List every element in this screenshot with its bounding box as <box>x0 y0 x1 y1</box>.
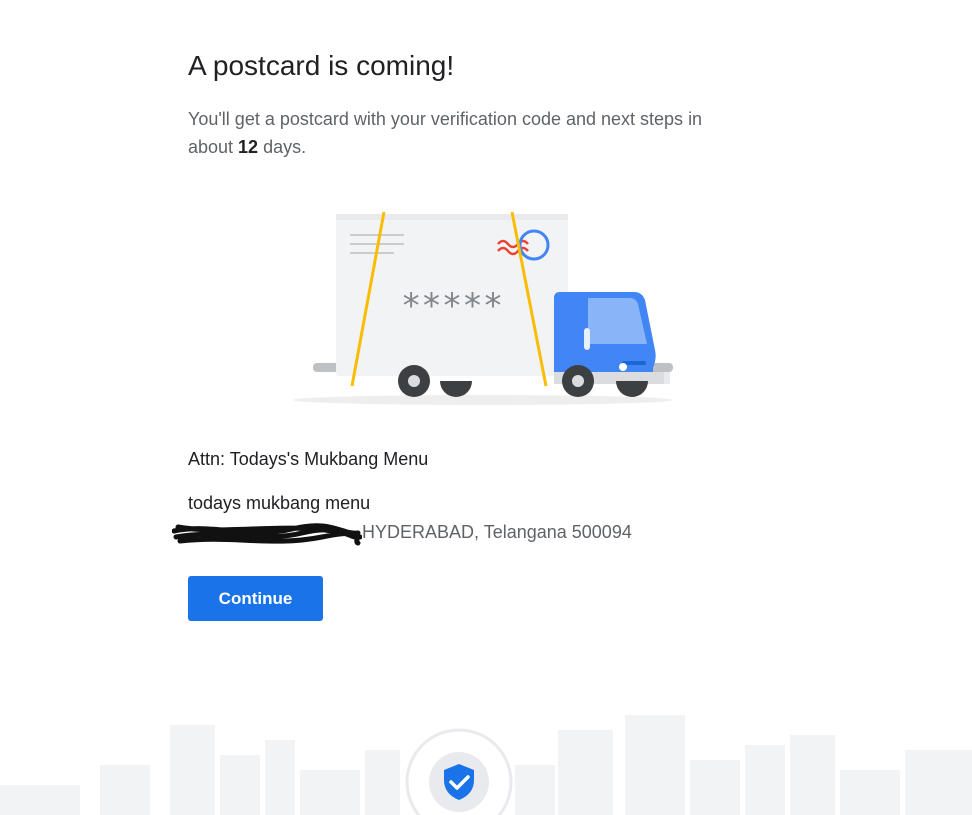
postcard-confirmation-page: A postcard is coming! You'll get a postc… <box>0 0 972 815</box>
verified-shield-badge <box>405 728 513 815</box>
verification-description: You'll get a postcard with your verifica… <box>188 105 708 161</box>
address-text: HYDERABAD, Telangana 500094 <box>362 522 632 542</box>
postcard-truck-illustration: ***** <box>293 211 673 405</box>
page-title: A postcard is coming! <box>188 50 455 81</box>
code-placeholder: ***** <box>401 286 503 326</box>
continue-button[interactable]: Continue <box>188 576 323 621</box>
days-count: 12 <box>238 137 259 157</box>
redaction-scribble <box>172 523 362 546</box>
business-name: todays mukbang menu <box>188 493 371 513</box>
description-suffix: days. <box>258 137 307 157</box>
attention-line: Attn: Todays's Mukbang Menu <box>188 449 429 469</box>
